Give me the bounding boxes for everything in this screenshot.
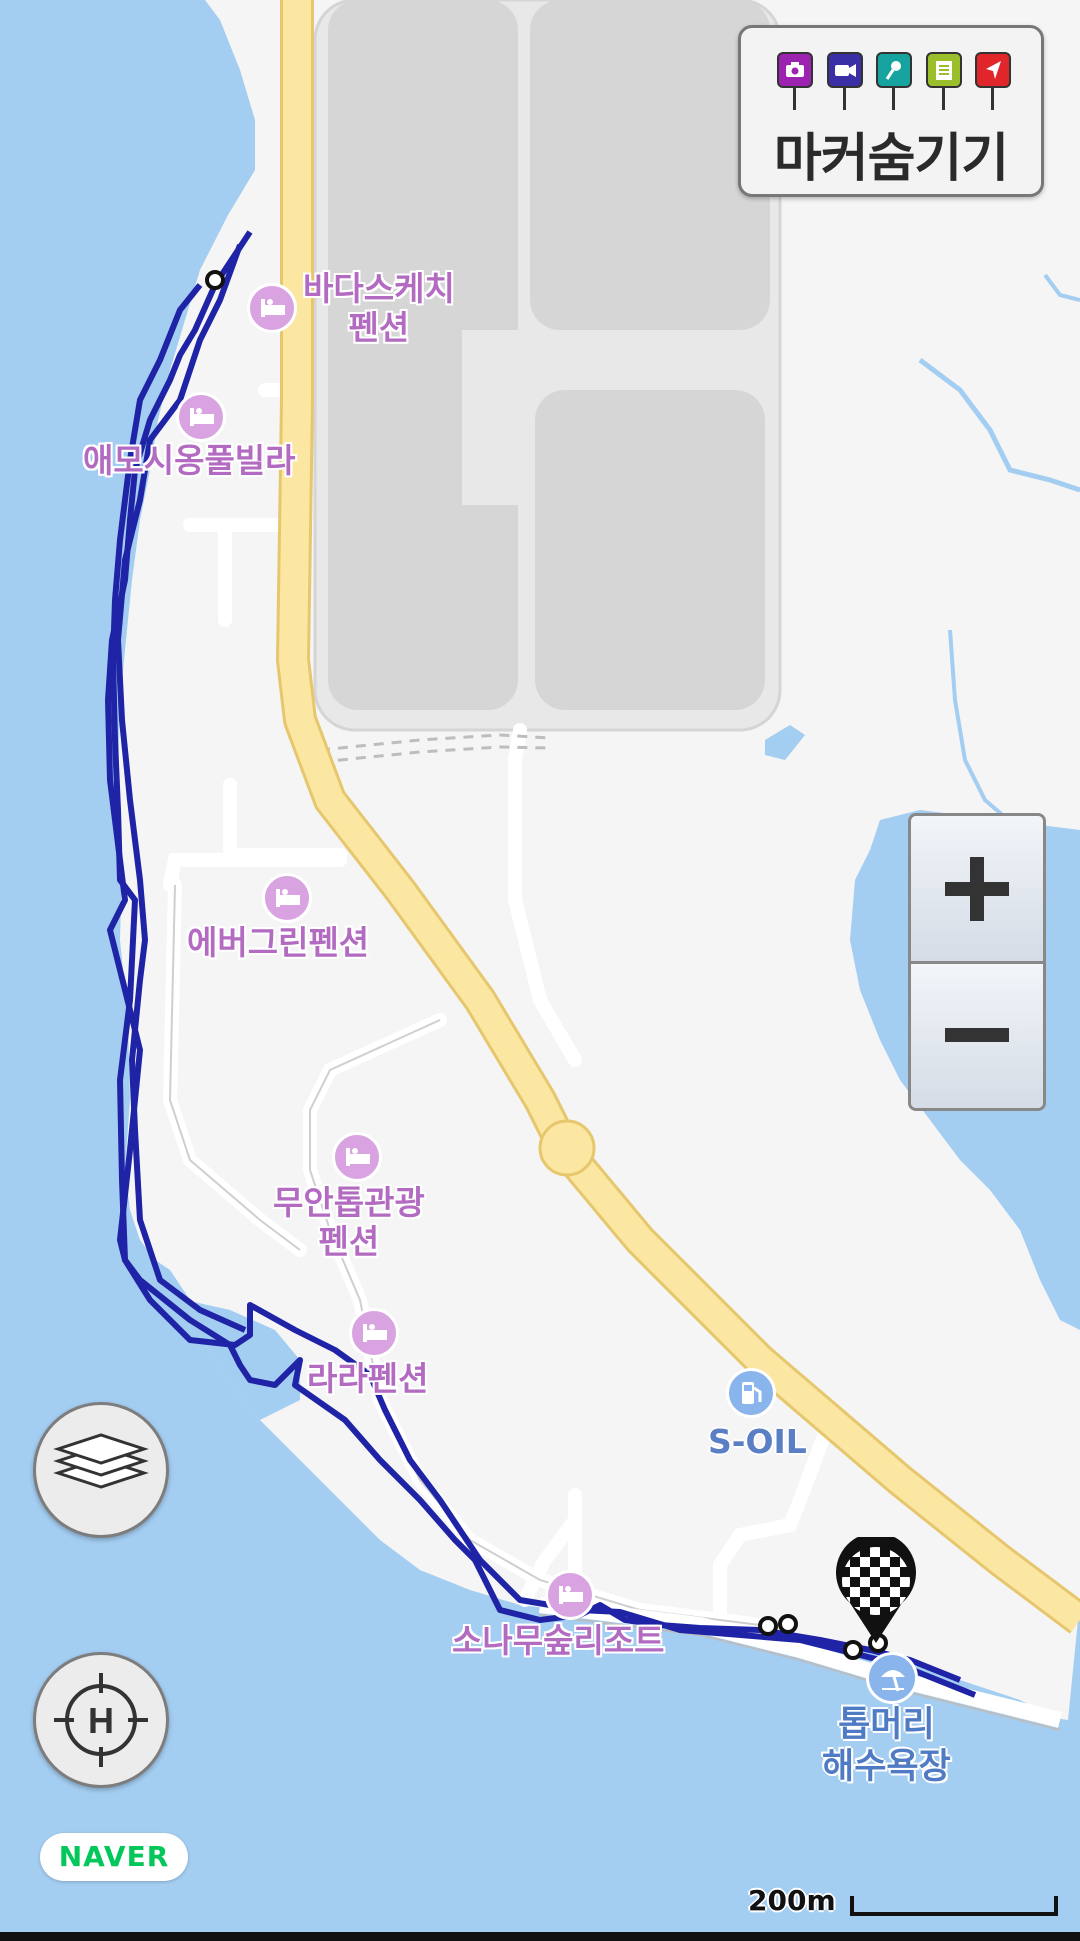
bottom-edge — [0, 1932, 1080, 1941]
svg-text:H: H — [88, 1700, 114, 1741]
gas-station-label[interactable]: S-OIL — [708, 1422, 807, 1461]
lodging-icon[interactable] — [545, 1570, 595, 1620]
runway-block — [530, 0, 770, 330]
memo-icon — [926, 52, 962, 112]
zoom-control — [908, 813, 1046, 1111]
poi-label[interactable]: 라라펜션 — [307, 1359, 428, 1399]
finish-flag-icon[interactable] — [830, 1532, 922, 1647]
lodging-icon[interactable] — [349, 1308, 399, 1358]
naver-logo: NAVER — [40, 1833, 188, 1881]
runway-block — [535, 390, 765, 710]
lodging-icon[interactable] — [332, 1132, 382, 1182]
scale-bar — [850, 1896, 1058, 1916]
zoom-out-button[interactable] — [911, 964, 1043, 1108]
marker-hide-button[interactable]: 마커숨기기 — [738, 25, 1044, 197]
roundabout — [538, 1119, 596, 1177]
video-icon — [827, 52, 863, 112]
layers-icon — [53, 1433, 149, 1489]
poi-label[interactable]: 소나무숲리조트 — [452, 1621, 665, 1661]
home-location-button[interactable]: H — [33, 1652, 169, 1788]
scale-label: 200m — [748, 1884, 836, 1917]
plus-icon — [945, 857, 1009, 921]
beach-label[interactable]: 톱머리 해수욕장 — [822, 1704, 951, 1788]
layers-button[interactable] — [33, 1402, 169, 1538]
poi-label[interactable]: 무안톱관광 펜션 — [273, 1183, 425, 1262]
marker-hide-label: 마커숨기기 — [773, 129, 1009, 189]
lodging-icon[interactable] — [262, 873, 312, 923]
minus-icon — [945, 1028, 1009, 1042]
zoom-in-button[interactable] — [911, 816, 1043, 964]
poi-label[interactable]: 애모시옹풀빌라 — [83, 441, 296, 481]
navigation-icon — [975, 52, 1011, 112]
lodging-icon[interactable] — [176, 392, 226, 442]
poi-label[interactable]: 바다스케치 펜션 — [303, 269, 455, 348]
microphone-icon — [876, 52, 912, 112]
lodging-icon[interactable] — [247, 283, 297, 333]
poi-label[interactable]: 에버그린펜션 — [187, 923, 369, 963]
beach-icon[interactable] — [866, 1652, 918, 1704]
apron — [462, 330, 527, 505]
camera-icon — [777, 52, 813, 112]
gas-station-icon[interactable] — [726, 1368, 776, 1418]
home-target-icon: H — [54, 1673, 148, 1767]
